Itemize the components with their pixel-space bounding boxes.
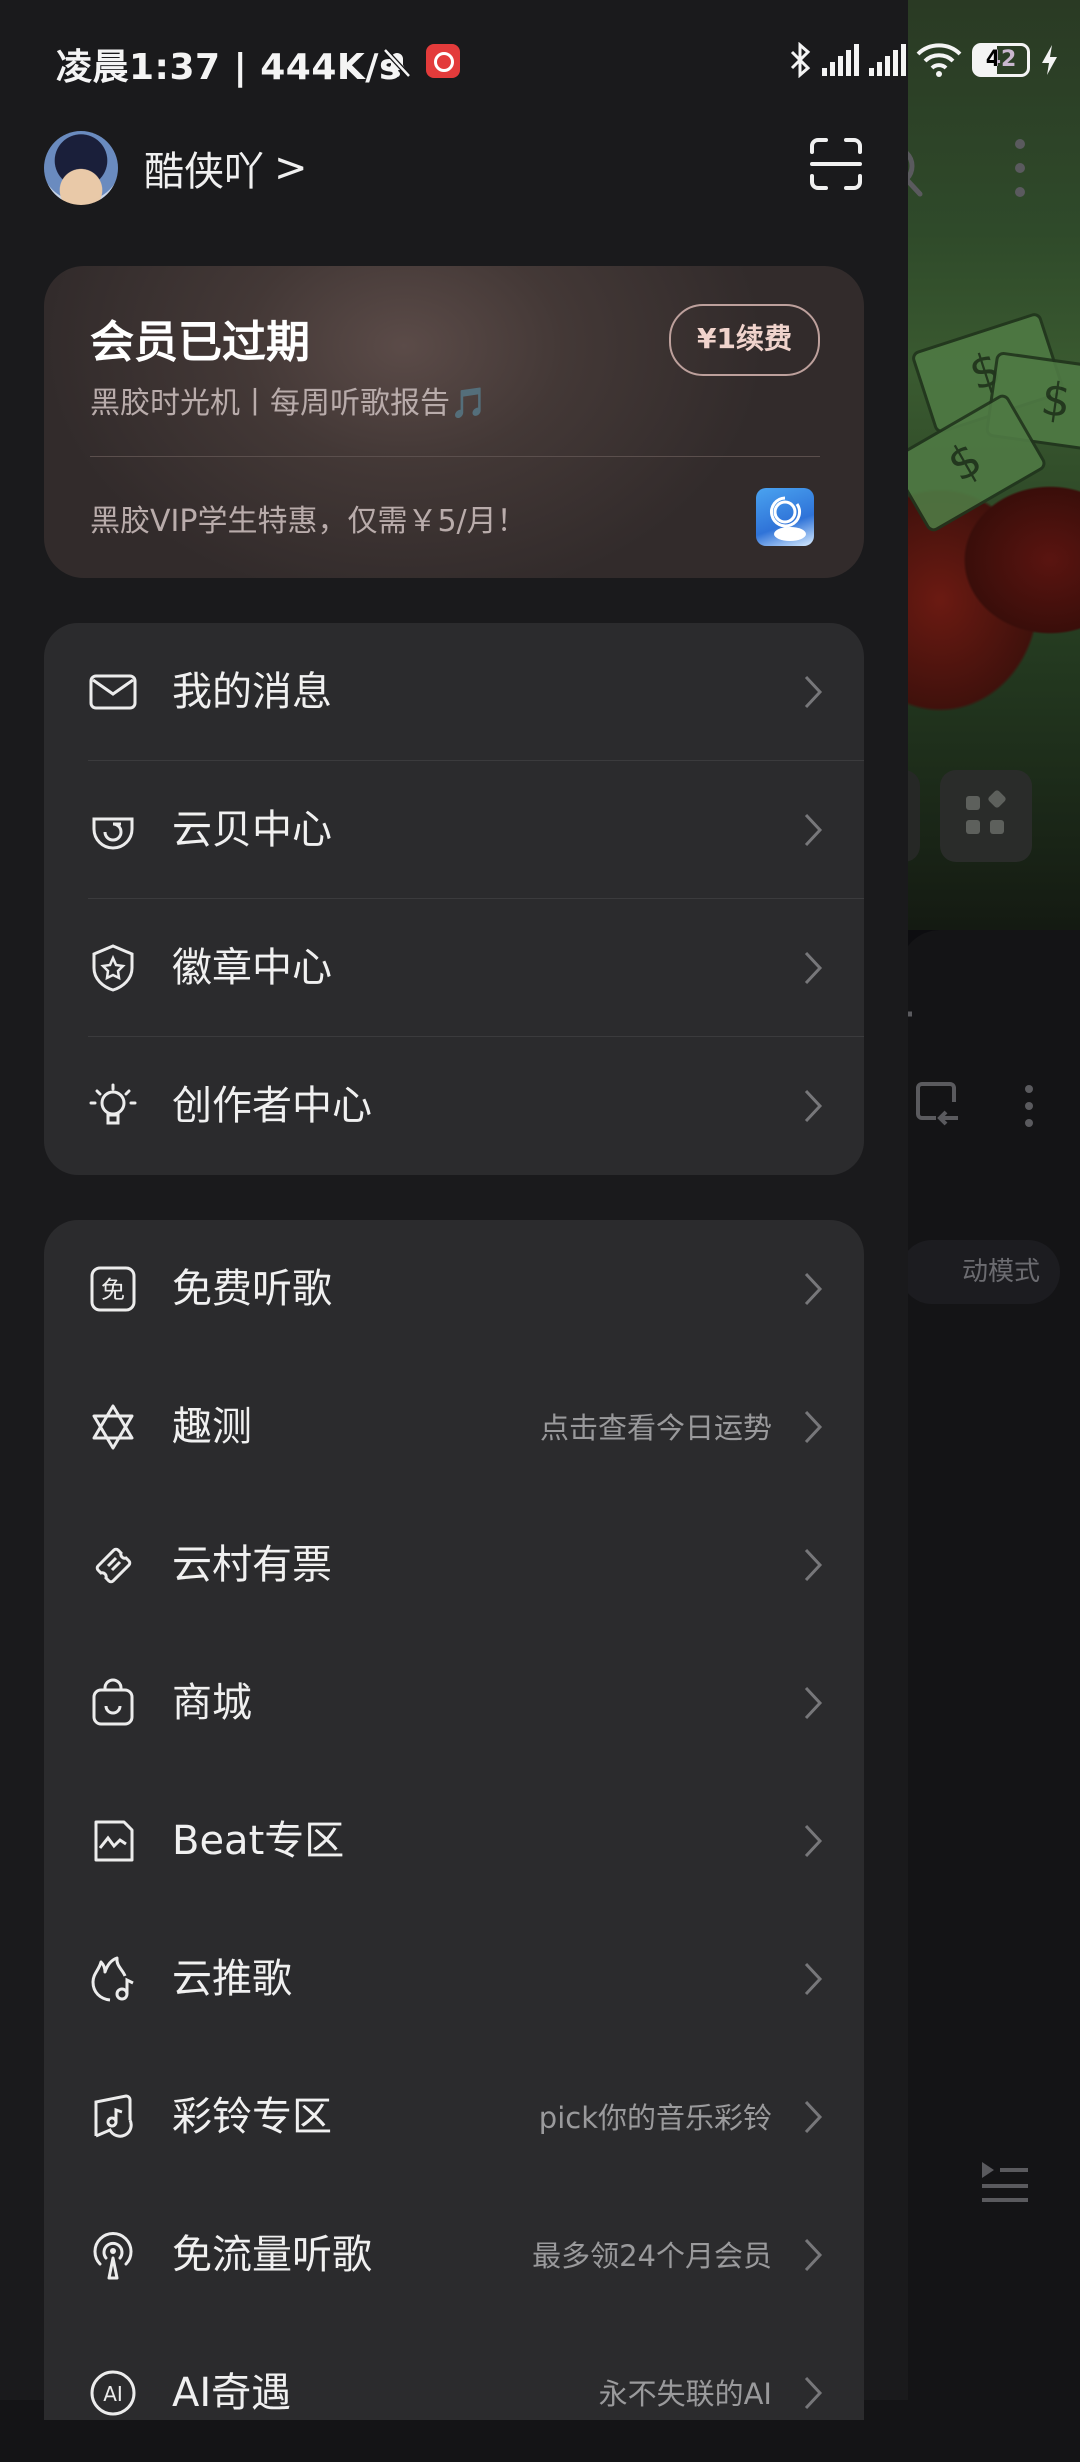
mail-icon (89, 674, 137, 710)
menu-label: 云村有票 (172, 1542, 332, 1588)
menu-label: 趣测 (172, 1404, 252, 1450)
scan-icon[interactable] (808, 136, 864, 192)
menu-label: 商城 (172, 1680, 252, 1726)
mute-bell-icon (383, 48, 411, 78)
ringtone-icon (94, 2094, 133, 2138)
menu-item-ai-encounter[interactable]: AI AI奇遇 永不失联的AI (44, 2324, 864, 2462)
background-mode-chip: 动模式 (900, 1240, 1060, 1304)
menu-label: 徽章中心 (172, 945, 332, 991)
chevron-right-icon (804, 1410, 823, 1444)
chevron-right-icon (804, 1824, 823, 1858)
status-right-cluster: 42 (788, 38, 1060, 82)
menu-item-beat[interactable]: Beat专区 (44, 1772, 864, 1910)
podcast-icon (93, 2232, 133, 2280)
background-playlist-icon (982, 2162, 1028, 2202)
star-of-david-icon (92, 1404, 134, 1450)
background-more-icon-2 (1025, 1085, 1033, 1127)
chevron-right-icon (804, 1548, 823, 1582)
vip-promo-text[interactable]: 黑胶VIP学生特惠，仅需￥5/月！ (90, 496, 527, 540)
battery-icon: 42 (972, 43, 1030, 77)
ticket-icon (95, 1547, 132, 1584)
menu-item-data-free[interactable]: 免流量听歌 最多领24个月会员 (44, 2186, 864, 2324)
username[interactable]: 酷侠吖 (144, 139, 264, 197)
vip-divider (90, 456, 820, 457)
side-drawer: 酷侠吖 > 会员已过期 黑胶时光机丨每周听歌报告🎵 ¥1续费 黑胶VIP学生特惠… (0, 0, 908, 2420)
chevron-right-icon (804, 1686, 823, 1720)
menu-item-tickets[interactable]: 云村有票 (44, 1496, 864, 1634)
ai-icon: AI (90, 2370, 136, 2416)
chevron-right-icon (804, 2238, 823, 2272)
profile-chevron: > (274, 145, 308, 191)
avatar[interactable] (44, 131, 118, 205)
menu-label: 云推歌 (172, 1956, 292, 2002)
menu-hint: pick你的音乐彩铃 (538, 2101, 772, 2135)
vip-subtitle: 黑胶时光机丨每周听歌报告🎵 (90, 386, 488, 421)
status-bar: 凌晨1:37 | 444K/s 42 (0, 0, 1080, 120)
chevron-right-icon (804, 1089, 823, 1123)
netease-notification-icon (426, 44, 460, 78)
svg-text:免: 免 (101, 1276, 125, 1304)
signal-strength-icon (822, 44, 859, 76)
background-grid-button (940, 770, 1032, 862)
background-share-icon (916, 1082, 958, 1126)
menu-label: 创作者中心 (172, 1083, 372, 1129)
svg-text:AI: AI (103, 2382, 123, 2406)
menu-label: 云贝中心 (172, 807, 332, 853)
status-time: 凌晨1:37 | 444K/s (56, 47, 401, 88)
menu-item-messages[interactable]: 我的消息 (44, 623, 864, 761)
menu-label: 我的消息 (172, 669, 332, 715)
vip-status-title: 会员已过期 (90, 317, 310, 368)
menu-item-yunbei[interactable]: 云贝中心 (44, 761, 864, 899)
vip-card[interactable]: 会员已过期 黑胶时光机丨每周听歌报告🎵 ¥1续费 黑胶VIP学生特惠，仅需￥5/… (44, 266, 864, 578)
menu-label: Beat专区 (172, 1818, 345, 1864)
yunbei-icon (92, 817, 134, 850)
menu-label: AI奇遇 (172, 2370, 292, 2416)
chevron-right-icon (804, 951, 823, 985)
beat-icon (94, 1820, 134, 1862)
menu-item-creator[interactable]: 创作者中心 (44, 1037, 864, 1175)
free-icon: 免 (90, 1266, 136, 1312)
wifi-icon (916, 43, 962, 77)
menu-label: 彩铃专区 (172, 2094, 332, 2140)
lightbulb-icon (89, 1083, 137, 1125)
renew-button[interactable]: ¥1续费 (669, 304, 820, 376)
menu-item-quiz[interactable]: 趣测 点击查看今日运势 (44, 1358, 864, 1496)
chevron-right-icon (804, 675, 823, 709)
bluetooth-icon (790, 42, 811, 78)
menu-label: 免流量听歌 (172, 2232, 372, 2278)
menu-item-mall[interactable]: 商城 (44, 1634, 864, 1772)
menu-hint: 最多领24个月会员 (532, 2239, 772, 2273)
charging-bolt-icon (1042, 45, 1057, 75)
chevron-right-icon (804, 2100, 823, 2134)
signal-strength-icon-2 (869, 44, 906, 76)
music-app-icon (756, 488, 814, 546)
menu-group-features: 免 免费听歌 趣测 点击查看今日运势 云村有票 商城 Beat专区 云推歌 彩铃… (44, 1220, 864, 2420)
menu-item-badges[interactable]: 徽章中心 (44, 899, 864, 1037)
menu-hint: 点击查看今日运势 (539, 1411, 772, 1445)
chevron-right-icon (804, 1272, 823, 1306)
menu-label: 免费听歌 (172, 1266, 332, 1312)
menu-hint: 永不失联的AI (598, 2377, 772, 2411)
menu-group-account: 我的消息 云贝中心 徽章中心 创作者中心 (44, 623, 864, 1175)
menu-item-song-promo[interactable]: 云推歌 (44, 1910, 864, 2048)
chevron-right-icon (804, 813, 823, 847)
chevron-right-icon (804, 2376, 823, 2410)
background-app: 动模式 (900, 0, 1080, 2400)
profile-row[interactable]: 酷侠吖 > (44, 130, 308, 206)
badge-icon (92, 944, 134, 992)
menu-item-ringtone[interactable]: 彩铃专区 pick你的音乐彩铃 (44, 2048, 864, 2186)
background-more-icon (1015, 139, 1025, 197)
flame-note-icon (91, 1956, 134, 2002)
menu-item-free-listening[interactable]: 免 免费听歌 (44, 1220, 864, 1358)
chevron-right-icon (804, 1962, 823, 1996)
shopping-bag-icon (92, 1678, 134, 1726)
